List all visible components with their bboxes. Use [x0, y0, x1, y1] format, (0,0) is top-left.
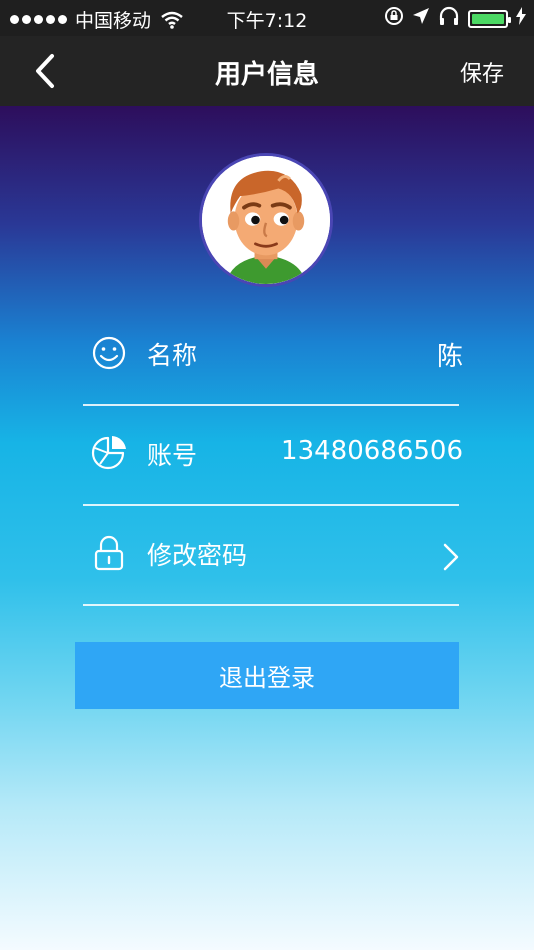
- page-title: 用户信息: [214, 60, 319, 90]
- save-button[interactable]: 保存: [460, 56, 504, 88]
- smile-icon: [91, 334, 127, 372]
- avatar-cartoon-man: [202, 156, 330, 284]
- rotation-lock-icon: [384, 6, 404, 31]
- name-value: 陈: [436, 342, 463, 372]
- account-row[interactable]: 账号 13480686506: [83, 406, 463, 506]
- charging-bolt-icon: [516, 7, 526, 30]
- status-right: [384, 6, 526, 31]
- name-row[interactable]: 名称 陈: [83, 306, 463, 406]
- headphones-icon: [438, 6, 460, 31]
- account-value: 13480686506: [281, 436, 463, 466]
- account-label: 账号: [147, 441, 198, 470]
- lock-icon: [91, 534, 127, 572]
- profile-content: 名称 陈 账号 13480686506 修改密码 退出登录: [0, 106, 534, 950]
- pie-chart-icon: [91, 434, 127, 472]
- battery-level: [472, 13, 504, 24]
- change-password-label: 修改密码: [147, 541, 248, 570]
- name-label: 名称: [147, 341, 198, 370]
- nav-bar: 用户信息 保存: [0, 36, 534, 106]
- chevron-right-icon: [441, 542, 461, 572]
- change-password-row[interactable]: 修改密码: [83, 506, 459, 606]
- avatar[interactable]: [199, 153, 333, 287]
- status-bar: 中国移动 下午7:12: [0, 0, 534, 36]
- battery-icon: [468, 9, 511, 28]
- logout-button[interactable]: 退出登录: [75, 642, 459, 709]
- location-arrow-icon: [412, 7, 430, 30]
